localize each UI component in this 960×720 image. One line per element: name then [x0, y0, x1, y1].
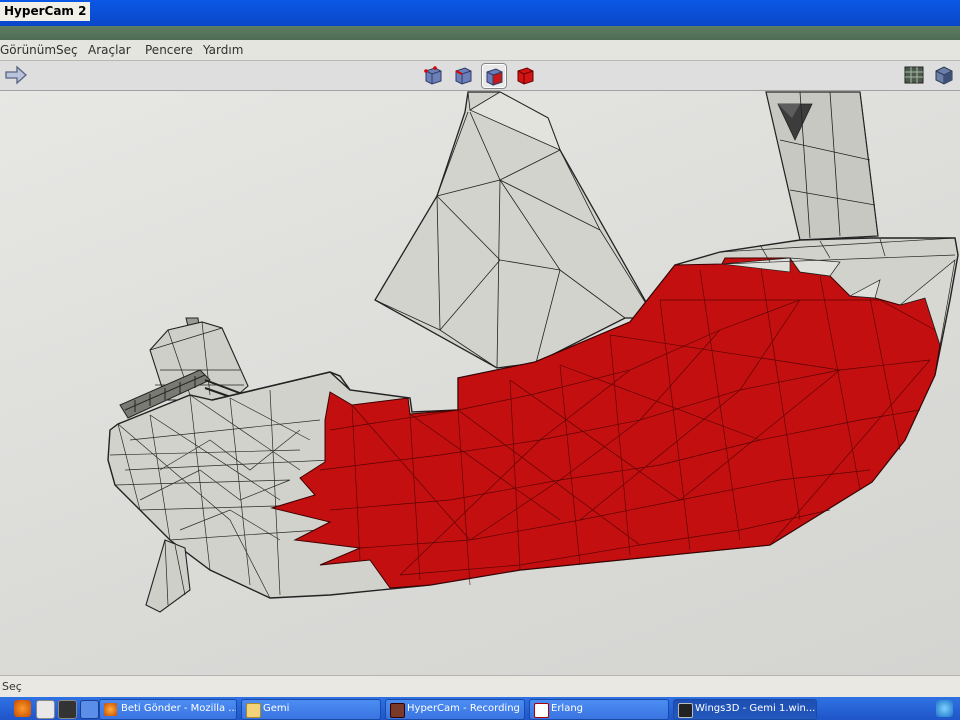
vertex-select-mode-icon: [424, 66, 442, 85]
body-select-mode-icon: [517, 67, 534, 85]
edge-mode-button[interactable]: [452, 64, 474, 86]
face-mode-button[interactable]: [482, 64, 506, 88]
hypercam-icon: [390, 703, 405, 718]
menu-select[interactable]: Seç: [56, 43, 78, 57]
status-text: Seç: [2, 680, 22, 693]
redo-arrow-icon: [5, 65, 27, 85]
redo-button[interactable]: [3, 64, 29, 86]
explorer-quicklaunch-icon[interactable]: [80, 700, 99, 719]
ship-model: [107, 91, 959, 613]
tray-network-icon[interactable]: [936, 700, 953, 717]
menu-view[interactable]: Görünüm: [0, 43, 56, 57]
desktop-quicklaunch-icon[interactable]: [36, 700, 55, 719]
folder-icon: [246, 703, 261, 718]
toolbar: [0, 61, 960, 91]
face-select-mode-icon: [486, 68, 503, 86]
body-mode-button[interactable]: [514, 64, 536, 86]
shading-toggle-button[interactable]: [933, 64, 955, 86]
taskbar-item-hypercam[interactable]: HyperCam - Recording: [385, 699, 525, 720]
grid-toggle-button[interactable]: [903, 64, 925, 86]
taskbar-item-mozilla[interactable]: Beti Gönder - Mozilla ...: [99, 699, 237, 720]
taskbar-item-gemi[interactable]: Gemi: [241, 699, 381, 720]
window-titlebar: HyperCam 2: [0, 0, 960, 26]
3d-viewport[interactable]: [0, 91, 960, 675]
status-bar: Seç: [0, 675, 960, 698]
shaded-cube-icon: [935, 66, 953, 85]
menu-help[interactable]: Yardım: [203, 43, 243, 57]
erlang-icon: [534, 703, 549, 718]
grid-view-icon: [904, 66, 924, 84]
taskbar-item-erlang[interactable]: Erlang: [529, 699, 669, 720]
edge-select-mode-icon: [455, 67, 472, 85]
menu-bar: Görünüm Seç Araçlar Pencere Yardım: [0, 40, 960, 61]
vertex-mode-button[interactable]: [422, 64, 444, 86]
taskbar-item-wings3d[interactable]: Wings3D - Gemi 1.win...: [673, 699, 817, 720]
wings3d-icon: [678, 703, 693, 718]
menu-window[interactable]: Pencere: [145, 43, 193, 57]
app-quicklaunch-icon[interactable]: [58, 700, 77, 719]
window-title: HyperCam 2: [0, 2, 91, 21]
menu-tools[interactable]: Araçlar: [88, 43, 131, 57]
taskbar: Beti Gönder - Mozilla ... Gemi HyperCam …: [0, 697, 960, 720]
firefox-quicklaunch-icon[interactable]: [14, 700, 31, 717]
firefox-icon: [104, 703, 117, 716]
application-frame: [0, 26, 960, 40]
